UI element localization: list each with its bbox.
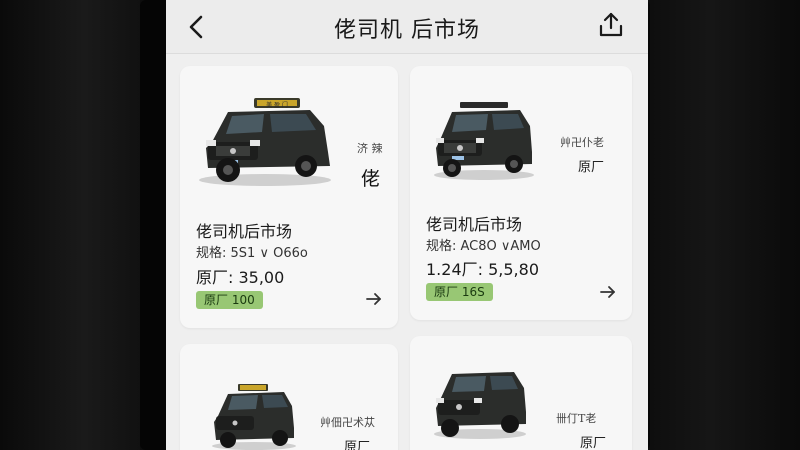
side-note: 艸佃卍术苁 [320, 416, 375, 429]
background-right [650, 0, 800, 450]
card-spec: 规格: AC8O ∨AMO [426, 239, 541, 254]
side-note: 济 辣 [357, 142, 383, 155]
arrow-right-button[interactable] [598, 282, 618, 302]
suv-image: 美 盈 门 [199, 98, 331, 186]
page-title: 佬司机 后市场 [334, 18, 480, 43]
side-character: 佬 [361, 168, 381, 190]
arrow-right-icon [600, 286, 615, 298]
suv-image [212, 384, 296, 450]
background-left [0, 0, 140, 450]
side-note: 艸卍仆老 [560, 136, 604, 149]
side-note: 卌仃T老 [556, 412, 597, 425]
card-title: 佬司机后市场 [196, 222, 293, 241]
share-button[interactable] [594, 8, 628, 42]
roof-sign-text: 美 盈 门 [266, 101, 288, 109]
status-badge: 原厂 16S [426, 283, 493, 301]
product-card[interactable]: 艸卍仆老 原厂 佬司机后市场 规格: AC8O ∨AMO 1.24厂: 5,5,… [410, 66, 632, 320]
card-price: 1.24厂: 5,5,80 [426, 260, 539, 279]
product-card[interactable]: 美 盈 门 济 辣 佬 佬司机后市场 规格: 5S1 ∨ O66o 原厂: 35… [180, 66, 398, 328]
suv-image [434, 102, 534, 180]
top-nav-bar: 佬司机 后市场 [166, 0, 648, 54]
card-spec: 规格: 5S1 ∨ O66o [196, 246, 308, 261]
card-title: 佬司机后市场 [426, 215, 523, 234]
card-price: 原厂: 35,00 [196, 268, 285, 287]
side-label: 原厂 [580, 436, 607, 450]
status-badge: 原厂 100 [196, 291, 263, 309]
share-upload-icon [599, 12, 623, 37]
arrow-right-icon [366, 293, 381, 305]
arrow-right-button[interactable] [364, 289, 384, 309]
suv-image [434, 372, 526, 439]
product-card[interactable]: 艸佃卍术苁 原厂 [180, 344, 398, 450]
app-screen: 佬司机 后市场 美 盈 门 济 辣 佬 佬司机后市场 规格: 5S1 ∨ O66… [166, 0, 648, 450]
side-label: 原厂 [344, 440, 371, 450]
product-card[interactable]: 卌仃T老 原厂 [410, 336, 632, 450]
side-label: 原厂 [578, 160, 605, 175]
